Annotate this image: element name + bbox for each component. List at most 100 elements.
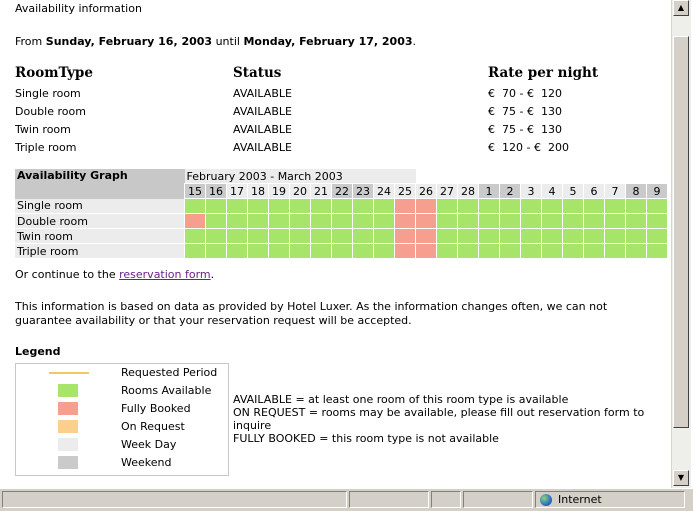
security-zone-pane: Internet [535, 491, 685, 508]
graph-room-row: Double room [15, 213, 668, 229]
status-pane [431, 491, 461, 508]
graph-cell-available [625, 243, 647, 259]
graph-cell-available [604, 198, 626, 214]
scroll-down-arrow-icon[interactable]: ▼ [673, 470, 689, 486]
room-rate: € 120 - € 200 [488, 141, 569, 154]
graph-cell-fully-booked [415, 228, 437, 244]
graph-cell-available [352, 228, 374, 244]
graph-cell-available [268, 213, 290, 229]
graph-cell-fully-booked [415, 198, 437, 214]
graph-room-row: Single room [15, 198, 668, 214]
graph-cell-available [646, 228, 668, 244]
graph-day-label: 1 [478, 183, 500, 199]
graph-cell-available [625, 198, 647, 214]
graph-cell-available [289, 243, 311, 259]
graph-day-label: 18 [247, 183, 269, 199]
graph-cell-available [541, 228, 563, 244]
scroll-up-arrow-icon[interactable]: ▲ [673, 0, 689, 16]
room-status: AVAILABLE [233, 123, 292, 136]
graph-cell-available [310, 213, 332, 229]
week-day-swatch [58, 438, 78, 451]
status-text-pane [2, 491, 347, 508]
graph-cell-available [499, 198, 521, 214]
graph-day-label: 2 [499, 183, 521, 199]
graph-cell-available [310, 243, 332, 259]
graph-cell-available [310, 198, 332, 214]
graph-cell-available [478, 243, 500, 259]
legend-box: Requested Period Rooms Available Fully B… [15, 363, 229, 476]
legend-label: Fully Booked [121, 402, 191, 415]
graph-cell-available [457, 198, 479, 214]
graph-room-row: Triple room [15, 243, 668, 259]
continue-suffix: . [210, 268, 215, 281]
graph-cell-available [268, 243, 290, 259]
graph-day-label: 28 [457, 183, 479, 199]
graph-cell-available [247, 243, 269, 259]
graph-room-label: Double room [15, 213, 185, 229]
graph-cell-available [457, 228, 479, 244]
fully-booked-swatch [58, 402, 78, 415]
on-request-swatch [58, 420, 78, 433]
graph-cell-available [646, 198, 668, 214]
requested-period-swatch [49, 372, 89, 374]
graph-cell-fully-booked [394, 243, 416, 259]
graph-cell-fully-booked [415, 213, 437, 229]
room-status: AVAILABLE [233, 87, 292, 100]
graph-cell-available [373, 228, 395, 244]
graph-cell-available [499, 213, 521, 229]
graph-day-label: 23 [352, 183, 374, 199]
graph-cell-available [478, 228, 500, 244]
graph-room-label: Single room [15, 198, 185, 214]
graph-title: Availability Graph [15, 169, 185, 199]
graph-cell-available [352, 198, 374, 214]
graph-day-label: 20 [289, 183, 311, 199]
graph-day-label: 15 [184, 183, 206, 199]
graph-cell-fully-booked [394, 198, 416, 214]
room-rate: € 70 - € 120 [488, 87, 562, 100]
date-range: From Sunday, February 16, 2003 until Mon… [15, 35, 416, 48]
status-pane [463, 491, 533, 508]
legend-label: Weekend [121, 456, 172, 469]
graph-day-label: 8 [625, 183, 647, 199]
graph-cell-available [373, 243, 395, 259]
room-type: Twin room [15, 123, 71, 136]
graph-day-label: 19 [268, 183, 290, 199]
graph-day-label: 7 [604, 183, 626, 199]
reservation-form-link[interactable]: reservation form [119, 268, 211, 281]
graph-day-label: 9 [646, 183, 668, 199]
header-status: Status [233, 65, 282, 81]
scrollbar-thumb[interactable] [673, 36, 689, 428]
zone-label: Internet [558, 493, 602, 506]
graph-room-row: Twin room [15, 228, 668, 244]
graph-cell-available [457, 243, 479, 259]
weekend-swatch [58, 456, 78, 469]
graph-cell-available [205, 213, 227, 229]
graph-cell-available [499, 228, 521, 244]
legend-label: On Request [121, 420, 185, 433]
graph-room-label: Triple room [15, 243, 185, 259]
graph-cell-available [436, 243, 458, 259]
graph-cell-available [625, 213, 647, 229]
room-rate: € 75 - € 130 [488, 105, 562, 118]
legend-title: Legend [15, 345, 61, 358]
status-pane [349, 491, 429, 508]
graph-cell-available [562, 198, 584, 214]
graph-day-label: 4 [541, 183, 563, 199]
vertical-scrollbar[interactable]: ▲ ▼ [671, 0, 691, 488]
room-rate: € 75 - € 130 [488, 123, 562, 136]
graph-cell-available [583, 228, 605, 244]
graph-cell-available [310, 228, 332, 244]
graph-cell-available [478, 198, 500, 214]
graph-cell-available [373, 198, 395, 214]
graph-cell-available [331, 228, 353, 244]
graph-cell-available [247, 213, 269, 229]
graph-cell-available [583, 213, 605, 229]
room-status: AVAILABLE [233, 105, 292, 118]
graph-cell-available [604, 243, 626, 259]
legend-note: AVAILABLE = at least one room of this ro… [233, 393, 569, 406]
header-rate: Rate per night [488, 65, 599, 81]
globe-icon [540, 494, 552, 506]
graph-cell-available [562, 228, 584, 244]
continue-line: Or continue to the reservation form. [15, 268, 214, 281]
graph-cell-available [226, 243, 248, 259]
